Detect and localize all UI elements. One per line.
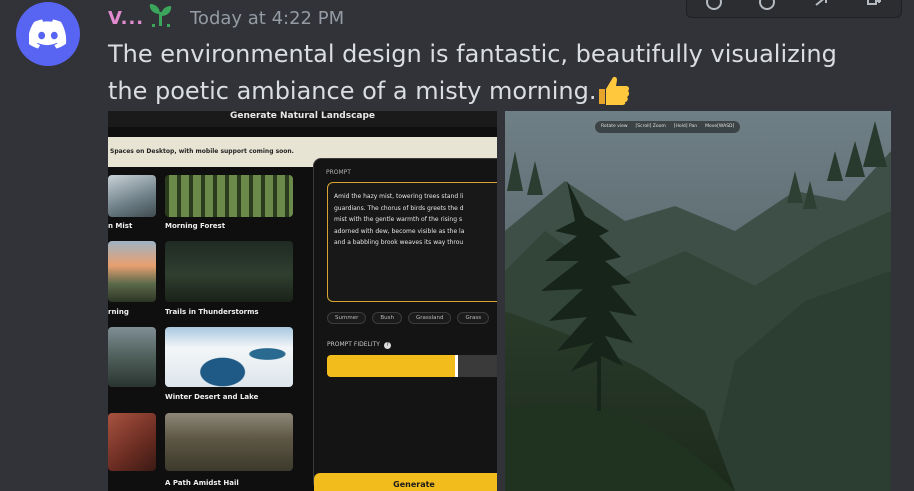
prompt-panel: PROMPT Amid the hazy mist, towering tree… [313,158,497,490]
gallery-label: Winter Desert and Lake [165,393,259,401]
message-text: The environmental design is fantastic, b… [108,36,868,116]
fidelity-slider[interactable] [327,355,497,377]
prompt-textarea[interactable]: Amid the hazy mist, towering trees stand… [327,182,497,302]
gallery-thumb-mist[interactable] [108,175,156,217]
gallery-thumb-thunderstorm[interactable] [165,241,293,302]
gallery-thumb-hail-path[interactable] [165,413,293,471]
gallery-label: rning [108,308,129,316]
zoom-control: [Scroll] Zoom [635,124,666,129]
tag-bush[interactable]: Bush [372,312,402,324]
gallery-thumb-morning[interactable] [108,241,156,302]
prompt-line: and a babbling brook weaves its way thro… [334,239,464,246]
rotate-control: Rotate view [601,124,628,129]
tag-grass[interactable]: Grass [457,312,490,324]
fidelity-slider-fill [327,355,457,377]
forward-icon[interactable] [810,0,832,13]
viewer-controls: Rotate view [Scroll] Zoom [Hold] Pan Mov… [595,121,741,133]
gallery-thumb-winter-desert[interactable] [165,327,293,387]
prompt-line: guardians. The chorus of birds greets th… [334,204,464,212]
create-thread-icon[interactable] [863,0,885,13]
image-attachment-app[interactable]: Generate Natural Landscape Spaces on Des… [108,111,497,491]
gallery-label: Morning Forest [165,222,226,230]
app-title: Generate Natural Landscape [108,111,497,127]
thumbs-up-icon [596,75,630,116]
move-control: Move[WASD] [705,124,735,129]
gallery-thumb-red-rock[interactable] [108,413,156,471]
username[interactable]: V... [108,8,144,29]
reply-icon[interactable] [756,0,778,13]
tag-grassland[interactable]: Grassland [407,312,452,324]
message-actions-bar [686,0,902,18]
fidelity-label: PROMPT FIDELITY? [327,341,391,349]
generate-button[interactable]: Generate [314,473,497,491]
tag-summer[interactable]: Summer [327,312,367,324]
gallery-thumb-dusk[interactable] [108,327,156,387]
message-body: The environmental design is fantastic, b… [108,40,837,105]
prompt-line: adorned with dew, become visible as the … [334,227,465,235]
gallery-label: A Path Amidst Hail [165,479,239,487]
prompt-line: mist with the gentle warmth of the risin… [334,216,463,223]
misty-forest-scene [505,111,891,491]
prompt-heading: PROMPT [326,169,351,176]
image-attachment-landscape[interactable]: Rotate view [Scroll] Zoom [Hold] Pan Mov… [505,111,891,491]
info-icon[interactable]: ? [383,342,391,349]
discord-logo-icon [29,19,67,49]
gallery-label: n Mist [108,222,133,230]
avatar[interactable] [16,2,80,66]
tag-list: Summer Bush Grassland Grass [327,312,490,324]
timestamp: Today at 4:22 PM [190,8,345,29]
prompt-line: Amid the hazy mist, towering trees stand… [334,193,464,200]
sprout-badge-icon [146,2,176,34]
reaction-icon[interactable] [703,0,725,13]
gallery-label: Trails in Thunderstorms [165,308,259,316]
pan-control: [Hold] Pan [673,124,698,129]
fidelity-slider-handle[interactable] [455,355,459,377]
fidelity-label-text: PROMPT FIDELITY [327,341,380,348]
gallery-thumb-morning-forest[interactable] [165,175,293,217]
